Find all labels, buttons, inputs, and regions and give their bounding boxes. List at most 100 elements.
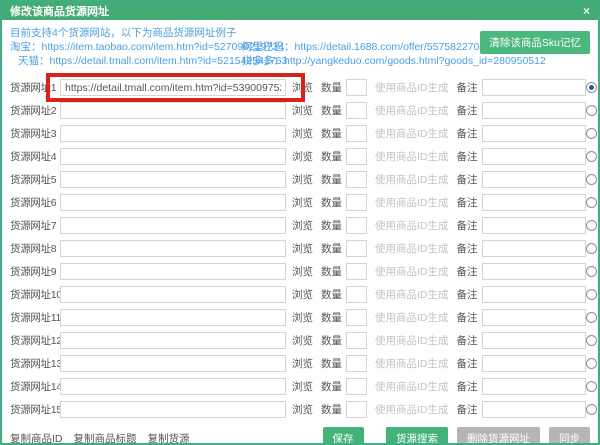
- default-radio[interactable]: [586, 243, 597, 254]
- quantity-input[interactable]: [346, 194, 367, 211]
- remark-input[interactable]: [482, 79, 586, 96]
- browse-link[interactable]: 浏览: [292, 264, 313, 279]
- generate-by-product-id-link[interactable]: 使用商品ID生成: [375, 356, 449, 371]
- quantity-input[interactable]: [346, 332, 367, 349]
- default-radio[interactable]: [586, 335, 597, 346]
- browse-link[interactable]: 浏览: [292, 241, 313, 256]
- quantity-input[interactable]: [346, 79, 367, 96]
- source-url-input[interactable]: [60, 332, 286, 349]
- copy-source-link[interactable]: 复制货源: [148, 431, 190, 445]
- quantity-input[interactable]: [346, 240, 367, 257]
- remark-input[interactable]: [482, 332, 586, 349]
- browse-link[interactable]: 浏览: [292, 172, 313, 187]
- generate-by-product-id-link[interactable]: 使用商品ID生成: [375, 149, 449, 164]
- remark-input[interactable]: [482, 125, 586, 142]
- quantity-input[interactable]: [346, 286, 367, 303]
- browse-link[interactable]: 浏览: [292, 103, 313, 118]
- browse-link[interactable]: 浏览: [292, 402, 313, 417]
- quantity-input[interactable]: [346, 148, 367, 165]
- generate-by-product-id-link[interactable]: 使用商品ID生成: [375, 264, 449, 279]
- source-url-input[interactable]: [60, 240, 286, 257]
- copy-product-title-link[interactable]: 复制商品标题: [74, 431, 137, 445]
- generate-by-product-id-link[interactable]: 使用商品ID生成: [375, 333, 449, 348]
- quantity-input[interactable]: [346, 217, 367, 234]
- generate-by-product-id-link[interactable]: 使用商品ID生成: [375, 103, 449, 118]
- default-radio[interactable]: [586, 312, 597, 323]
- browse-link[interactable]: 浏览: [292, 126, 313, 141]
- quantity-input[interactable]: [346, 401, 367, 418]
- source-url-input[interactable]: [60, 286, 286, 303]
- remark-input[interactable]: [482, 401, 586, 418]
- quantity-input[interactable]: [346, 378, 367, 395]
- source-search-button[interactable]: 货源搜索: [386, 427, 448, 445]
- remark-input[interactable]: [482, 355, 586, 372]
- remark-input[interactable]: [482, 240, 586, 257]
- remark-input[interactable]: [482, 263, 586, 280]
- browse-link[interactable]: 浏览: [292, 379, 313, 394]
- default-radio[interactable]: [586, 266, 597, 277]
- default-radio[interactable]: [586, 105, 597, 116]
- browse-link[interactable]: 浏览: [292, 195, 313, 210]
- quantity-input[interactable]: [346, 263, 367, 280]
- browse-link[interactable]: 浏览: [292, 218, 313, 233]
- source-url-input[interactable]: [60, 309, 286, 326]
- source-url-input[interactable]: [60, 401, 286, 418]
- copy-product-id-link[interactable]: 复制商品ID: [10, 431, 63, 445]
- source-url-row-label: 货源网址7: [10, 218, 60, 233]
- source-url-input[interactable]: [60, 355, 286, 372]
- close-icon[interactable]: ×: [583, 5, 590, 17]
- remark-input[interactable]: [482, 194, 586, 211]
- browse-link[interactable]: 浏览: [292, 80, 313, 95]
- default-radio[interactable]: [586, 82, 597, 93]
- source-url-input[interactable]: [60, 125, 286, 142]
- generate-by-product-id-link[interactable]: 使用商品ID生成: [375, 310, 449, 325]
- sync-button[interactable]: 同步: [549, 427, 590, 445]
- source-url-input[interactable]: [60, 79, 286, 96]
- browse-link[interactable]: 浏览: [292, 287, 313, 302]
- source-url-input[interactable]: [60, 217, 286, 234]
- remark-input[interactable]: [482, 102, 586, 119]
- remark-input[interactable]: [482, 217, 586, 234]
- source-url-input[interactable]: [60, 263, 286, 280]
- remark-input[interactable]: [482, 148, 586, 165]
- generate-by-product-id-link[interactable]: 使用商品ID生成: [375, 218, 449, 233]
- remark-input[interactable]: [482, 378, 586, 395]
- default-radio[interactable]: [586, 174, 597, 185]
- remark-input[interactable]: [482, 171, 586, 188]
- browse-link[interactable]: 浏览: [292, 356, 313, 371]
- generate-by-product-id-link[interactable]: 使用商品ID生成: [375, 80, 449, 95]
- quantity-input[interactable]: [346, 102, 367, 119]
- source-url-input[interactable]: [60, 194, 286, 211]
- remark-input[interactable]: [482, 286, 586, 303]
- default-radio[interactable]: [586, 358, 597, 369]
- source-url-input[interactable]: [60, 102, 286, 119]
- default-radio[interactable]: [586, 220, 597, 231]
- quantity-input[interactable]: [346, 355, 367, 372]
- generate-by-product-id-link[interactable]: 使用商品ID生成: [375, 241, 449, 256]
- browse-link[interactable]: 浏览: [292, 310, 313, 325]
- remark-input[interactable]: [482, 309, 586, 326]
- default-radio[interactable]: [586, 404, 597, 415]
- quantity-input[interactable]: [346, 171, 367, 188]
- default-radio[interactable]: [586, 197, 597, 208]
- generate-by-product-id-link[interactable]: 使用商品ID生成: [375, 172, 449, 187]
- default-radio[interactable]: [586, 151, 597, 162]
- default-radio[interactable]: [586, 289, 597, 300]
- source-url-input[interactable]: [60, 148, 286, 165]
- save-button[interactable]: 保存: [323, 427, 364, 445]
- quantity-input[interactable]: [346, 125, 367, 142]
- default-radio[interactable]: [586, 381, 597, 392]
- generate-by-product-id-link[interactable]: 使用商品ID生成: [375, 126, 449, 141]
- browse-link[interactable]: 浏览: [292, 333, 313, 348]
- generate-by-product-id-link[interactable]: 使用商品ID生成: [375, 379, 449, 394]
- generate-by-product-id-link[interactable]: 使用商品ID生成: [375, 287, 449, 302]
- generate-by-product-id-link[interactable]: 使用商品ID生成: [375, 195, 449, 210]
- source-url-input[interactable]: [60, 378, 286, 395]
- clear-sku-memory-button[interactable]: 清除该商品Sku记忆: [480, 31, 590, 54]
- default-radio[interactable]: [586, 128, 597, 139]
- quantity-input[interactable]: [346, 309, 367, 326]
- source-url-input[interactable]: [60, 171, 286, 188]
- delete-source-url-button[interactable]: 删除货源网址: [457, 427, 540, 445]
- browse-link[interactable]: 浏览: [292, 149, 313, 164]
- generate-by-product-id-link[interactable]: 使用商品ID生成: [375, 402, 449, 417]
